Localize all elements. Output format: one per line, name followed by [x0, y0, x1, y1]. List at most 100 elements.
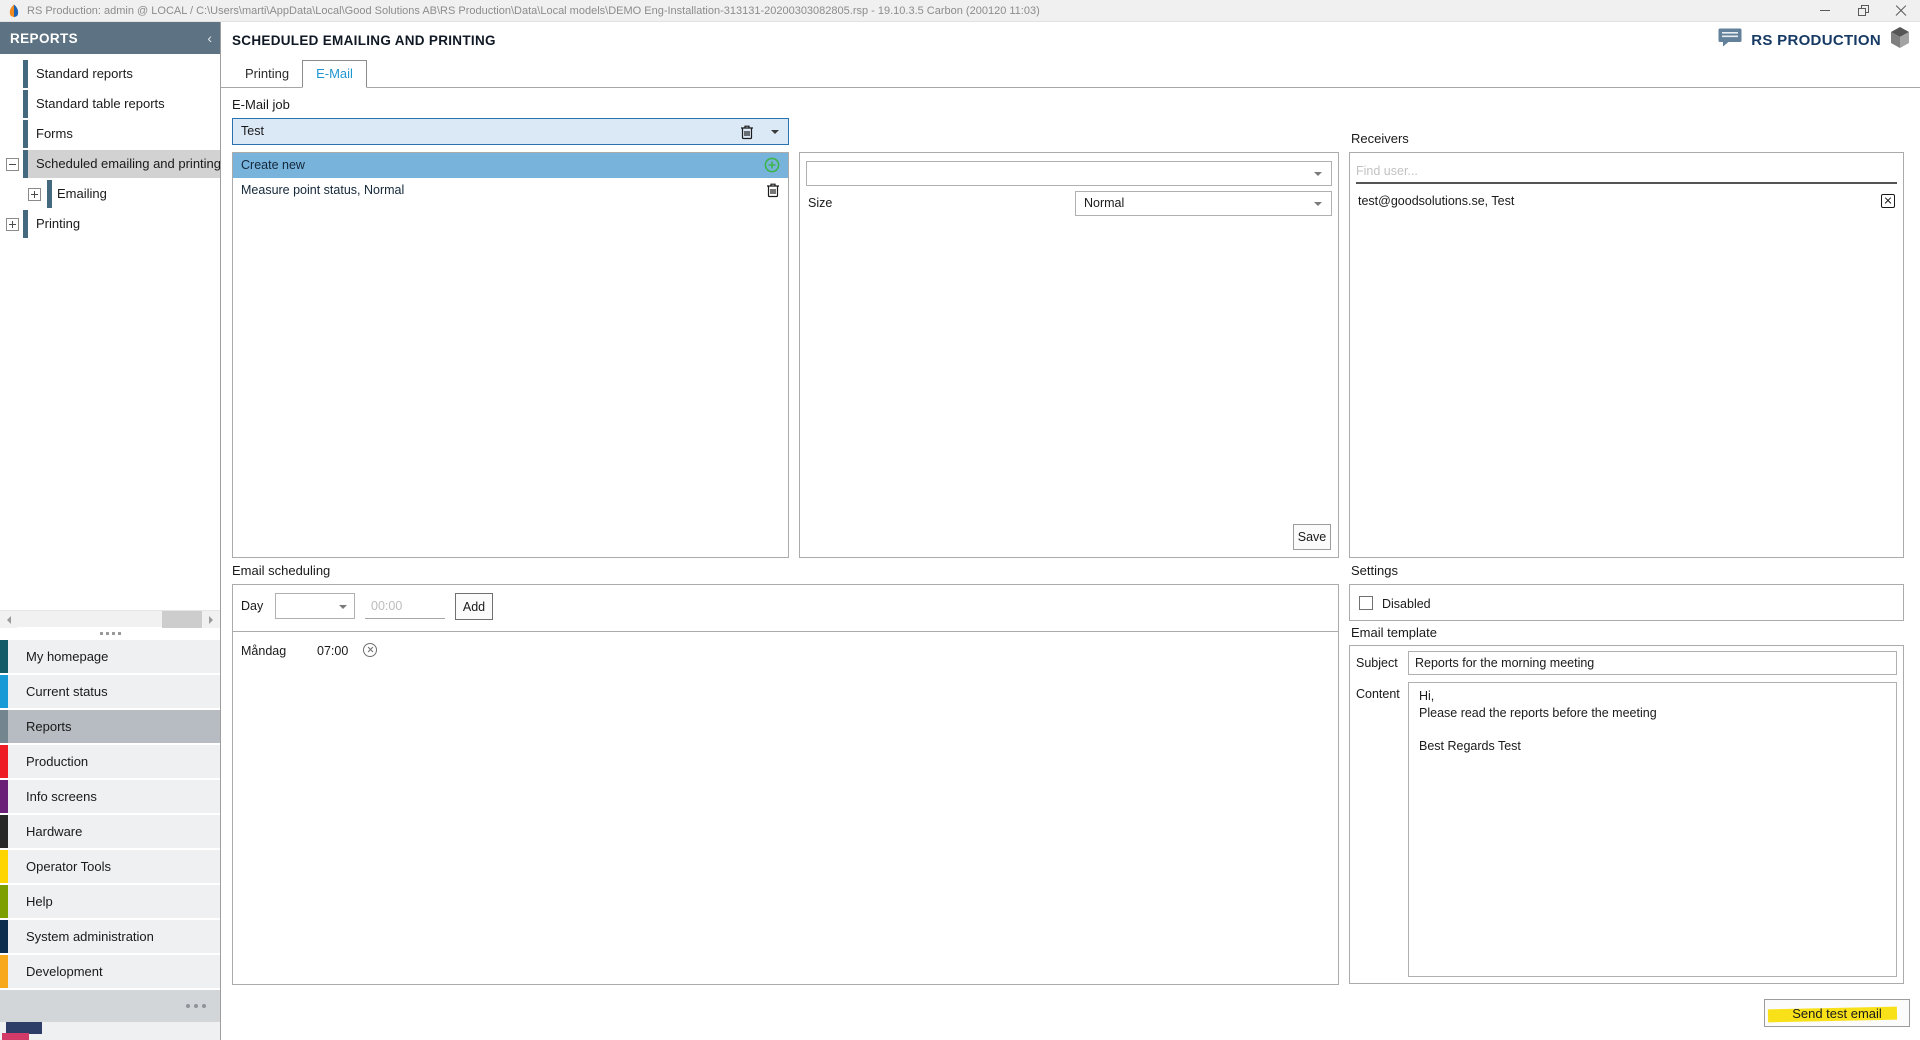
tree-item-bar	[23, 60, 28, 88]
window-title: RS Production: admin @ LOCAL / C:\Users\…	[27, 5, 1806, 17]
receiver-value: test@goodsolutions.se, Test	[1358, 194, 1514, 208]
nav-item-production[interactable]: Production	[0, 745, 220, 778]
delete-job-row-icon[interactable]	[766, 182, 780, 203]
tree-item-emailing[interactable]: Emailing	[0, 180, 220, 208]
nav-item-help[interactable]: Help	[0, 885, 220, 918]
nav-item-info-screens[interactable]: Info screens	[0, 780, 220, 813]
nav-color-bar	[0, 815, 8, 848]
tree-item-standard-table-reports[interactable]: Standard table reports	[0, 90, 220, 118]
disabled-checkbox[interactable]	[1359, 596, 1373, 610]
email-template-panel: Subject Content Hi, Please read the repo…	[1349, 645, 1904, 984]
send-test-email-button[interactable]: Send test email	[1764, 999, 1910, 1027]
email-job-label: E-Mail job	[232, 97, 290, 112]
tree-item-scheduled-emailing-and-printing[interactable]: Scheduled emailing and printing	[0, 150, 220, 178]
chat-icon[interactable]	[1718, 28, 1742, 52]
nav-item-my-homepage[interactable]: My homepage	[0, 640, 220, 673]
brand-area: RS PRODUCTION	[1718, 22, 1910, 58]
job-list: Create new Measure point status, Normal	[232, 152, 789, 558]
find-user-input[interactable]	[1356, 159, 1897, 184]
email-job-combobox[interactable]: Test	[232, 118, 789, 145]
scrollbar-thumb[interactable]	[162, 611, 202, 628]
nav-color-bar	[0, 640, 8, 673]
size-select[interactable]: Normal	[1075, 191, 1332, 216]
nav-overflow-button[interactable]	[0, 990, 220, 1022]
subject-input[interactable]	[1408, 651, 1897, 675]
nav-color-bar	[0, 850, 8, 883]
disabled-checkbox-label: Disabled	[1382, 597, 1431, 611]
receivers-panel: test@goodsolutions.se, Test	[1349, 152, 1904, 558]
job-editor-panel: Size Normal Save	[799, 152, 1339, 558]
add-job-icon[interactable]	[764, 157, 780, 178]
save-button[interactable]: Save	[1293, 524, 1331, 550]
chevron-down-icon[interactable]	[771, 130, 779, 138]
tree-item-bar	[23, 120, 28, 148]
app-icon	[7, 4, 21, 18]
tree-item-standard-reports[interactable]: Standard reports	[0, 60, 220, 88]
sidebar: REPORTS ‹ Standard reports Standard tabl…	[0, 22, 221, 1040]
tree-item-bar	[47, 180, 52, 208]
close-icon	[1895, 5, 1907, 17]
email-scheduling-panel: Day Add Måndag 07:00	[232, 584, 1339, 985]
minimize-icon	[1820, 10, 1830, 11]
divider	[233, 631, 1338, 632]
nav-item-current-status[interactable]: Current status	[0, 675, 220, 708]
tree-item-printing[interactable]: Printing	[0, 210, 220, 238]
restore-button[interactable]	[1844, 0, 1882, 22]
content-textarea[interactable]: Hi, Please read the reports before the m…	[1408, 682, 1897, 977]
report-select[interactable]	[806, 161, 1332, 186]
tree-item-forms[interactable]: Forms	[0, 120, 220, 148]
add-schedule-button[interactable]: Add	[455, 593, 493, 620]
reports-tree: Standard reports Standard table reports …	[0, 54, 220, 610]
receivers-label: Receivers	[1351, 131, 1409, 146]
tab-email[interactable]: E-Mail	[302, 60, 367, 88]
tree-item-bar	[23, 90, 28, 118]
main-navigation: My homepage Current status Reports Produ…	[0, 640, 220, 990]
window-titlebar: RS Production: admin @ LOCAL / C:\Users\…	[0, 0, 1920, 22]
nav-item-operator-tools[interactable]: Operator Tools	[0, 850, 220, 883]
main-content: SCHEDULED EMAILING AND PRINTING RS PRODU…	[221, 22, 1920, 1040]
minimize-button[interactable]	[1806, 0, 1844, 22]
nav-color-bar	[0, 920, 8, 953]
scroll-right-icon[interactable]	[203, 611, 220, 628]
expand-expander-icon[interactable]	[28, 188, 41, 201]
tree-horizontal-scrollbar[interactable]	[0, 610, 220, 627]
day-label: Day	[241, 599, 263, 613]
nav-color-bar	[0, 955, 8, 988]
email-job-selected-value: Test	[233, 119, 788, 144]
nav-item-hardware[interactable]: Hardware	[0, 815, 220, 848]
tab-printing[interactable]: Printing	[232, 61, 302, 87]
sidebar-title: REPORTS	[10, 31, 207, 46]
tab-strip: Printing E-Mail	[221, 58, 1920, 88]
sidebar-bottom-strip	[0, 1022, 220, 1040]
scroll-left-icon[interactable]	[0, 611, 17, 628]
sidebar-collapse-icon[interactable]: ‹	[207, 30, 212, 46]
chevron-down-icon	[339, 605, 347, 613]
tree-item-bar	[23, 150, 28, 178]
day-select[interactable]	[275, 593, 355, 619]
nav-item-system-administration[interactable]: System administration	[0, 920, 220, 953]
nav-color-bar	[0, 675, 8, 708]
page-title: SCHEDULED EMAILING AND PRINTING	[232, 22, 496, 58]
email-scheduling-label: Email scheduling	[232, 563, 330, 578]
subject-label: Subject	[1356, 656, 1398, 670]
size-label: Size	[808, 196, 832, 210]
nav-color-bar	[0, 745, 8, 778]
size-select-value: Normal	[1076, 192, 1331, 215]
nav-item-reports[interactable]: Reports	[0, 710, 220, 743]
schedule-entry-time: 07:00	[317, 644, 348, 658]
remove-receiver-icon[interactable]	[1881, 194, 1895, 208]
delete-job-icon[interactable]	[740, 124, 754, 145]
remove-schedule-icon[interactable]	[363, 643, 377, 657]
status-flag-icon	[2, 1033, 29, 1040]
job-row-create-new[interactable]: Create new	[233, 153, 788, 178]
sidebar-splitter[interactable]	[0, 627, 220, 640]
close-button[interactable]	[1882, 0, 1920, 22]
chevron-down-icon	[1314, 202, 1322, 210]
receiver-row: test@goodsolutions.se, Test	[1358, 191, 1895, 211]
collapse-expander-icon[interactable]	[6, 158, 19, 171]
job-row-measure-point-status[interactable]: Measure point status, Normal	[233, 178, 788, 203]
restore-icon	[1858, 5, 1869, 16]
nav-item-development[interactable]: Development	[0, 955, 220, 988]
time-input[interactable]	[365, 593, 445, 619]
expand-expander-icon[interactable]	[6, 218, 19, 231]
